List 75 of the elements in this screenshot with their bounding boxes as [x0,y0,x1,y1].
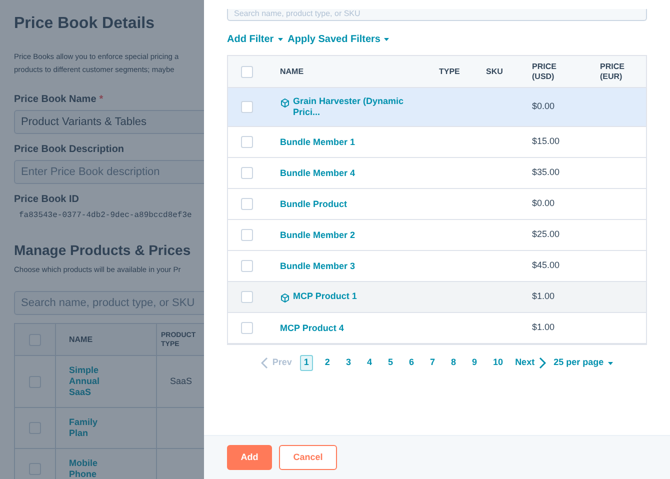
search-field[interactable]: Search name, product type, or SKU [14,291,204,316]
price-book-id: fa83543e-0377-4db2-9dec-a89bccd8ef3e [19,210,193,222]
product-link[interactable]: Grain Harvester (Dynamic Prici... [293,96,418,118]
page-button[interactable]: 6 [404,355,418,371]
product-link[interactable]: Bundle Member 3 [280,260,405,272]
product-link[interactable]: Bundle Member 2 [280,230,405,240]
checkbox[interactable] [29,463,41,476]
page-button[interactable]: 7 [426,355,440,371]
checkbox[interactable] [241,66,253,78]
product-link[interactable]: Bundle Member 4 [280,168,405,178]
checkbox[interactable] [241,198,253,210]
product-link[interactable]: Simple Annual SaaS [69,365,109,398]
required-mark: * [99,93,104,107]
checkbox[interactable] [241,229,253,241]
page-button[interactable]: 9 [468,355,482,371]
product-link[interactable]: Bundle Product [280,198,405,210]
checkbox[interactable] [241,260,253,272]
filter-dropdown[interactable]: Apply Saved Filters [288,32,390,47]
chevron-left-icon [261,357,268,369]
table-row[interactable]: Grain Harvester (Dynamic Prici... $0.00 [228,88,646,127]
product-link[interactable]: Mobile Phone [69,458,109,479]
description-field[interactable]: Enter Price Book description [14,160,204,184]
field-label: Price Book Name [14,93,96,107]
checkbox[interactable] [241,291,253,303]
search-field[interactable]: Search name, product type, or SKU [227,8,647,20]
checkbox[interactable] [241,322,253,334]
section-title: Manage Products & Prices [14,241,192,260]
price-cell: $15.00 [532,136,560,146]
product-link[interactable]: MCP Product 4 [280,322,405,334]
price-cell: $25.00 [532,229,560,240]
page-button[interactable]: 2 [320,355,334,371]
checkbox[interactable] [29,422,41,434]
chevron-right-icon [538,357,546,369]
product-link[interactable]: Family Plan [69,417,109,440]
price-cell: $1.00 [532,291,555,302]
price-cell: $1.00 [532,322,555,332]
filter-dropdown[interactable]: Add Filter [227,32,283,47]
caret-icon [608,362,613,364]
table-row[interactable]: MCP Product 1 $1.00 [228,282,646,313]
checkbox[interactable] [29,376,41,388]
caret-icon [278,38,283,41]
table-cell-text: SaaS [170,375,192,388]
column-header: PRICE (USD) [532,62,558,82]
page-button[interactable]: 5 [384,355,397,371]
column-header: TYPE [439,66,460,76]
page-button[interactable]: 8 [447,355,460,371]
column-header: SKU [486,66,503,76]
column-header: NAME [69,334,93,346]
field-label: Price Book Description [14,143,126,157]
next-button[interactable]: Next [515,356,546,370]
name-field[interactable]: Product Variants & Tables [14,110,204,134]
price-cell: $45.00 [532,260,560,270]
column-header: NAME [280,66,304,76]
column-header: PRICE (EUR) [600,62,626,82]
page-button[interactable]: 3 [342,355,355,371]
cube-icon [280,98,290,108]
field-label: Price Book ID [14,193,80,207]
price-cell: $0.00 [532,101,555,112]
price-cell: $0.00 [532,198,555,208]
page-title: Price Book Details [14,14,156,34]
checkbox[interactable] [241,101,253,113]
page-button[interactable]: 10 [489,355,508,371]
checkbox[interactable] [29,334,41,346]
page-button[interactable]: 1 [300,355,313,371]
caret-icon [384,38,390,41]
add-button[interactable]: Add [227,445,272,470]
price-cell: $35.00 [532,167,560,178]
product-link[interactable]: MCP Product 1 [293,291,418,302]
checkbox[interactable] [241,136,253,148]
per-page-dropdown[interactable]: 25 per page [554,356,613,370]
product-link[interactable]: Bundle Member 1 [280,136,405,148]
checkbox[interactable] [241,167,253,179]
cancel-button[interactable]: Cancel [279,445,337,470]
page-button[interactable]: 4 [362,355,376,371]
cube-icon [280,293,290,303]
